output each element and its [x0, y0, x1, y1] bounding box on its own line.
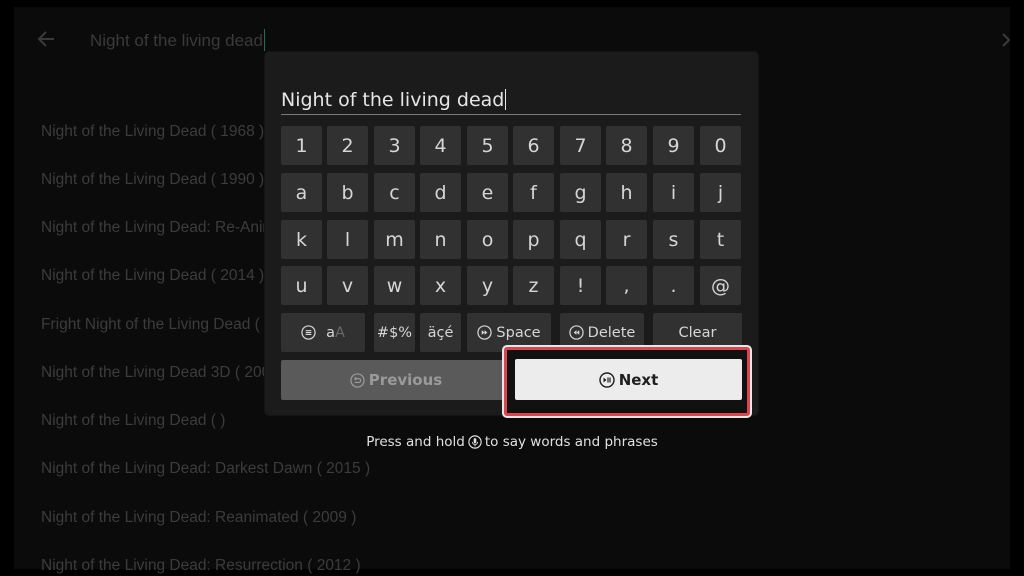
previous-label: Previous	[368, 371, 443, 389]
arrow-left-icon[interactable]	[36, 27, 58, 51]
accents-label: äçé	[427, 324, 454, 341]
previous-button[interactable]: Previous	[281, 360, 511, 400]
key[interactable]: 1	[281, 126, 322, 165]
key[interactable]: 4	[420, 126, 461, 165]
key[interactable]: p	[513, 220, 554, 259]
list-item[interactable]: Night of the Living Dead: Reanimated ( 2…	[41, 509, 356, 527]
key[interactable]: ,	[606, 266, 647, 305]
key[interactable]: b	[327, 173, 368, 212]
accents-key[interactable]: äçé	[420, 313, 461, 352]
key[interactable]: u	[281, 266, 322, 305]
key[interactable]: 5	[467, 126, 508, 165]
key[interactable]: .	[653, 266, 694, 305]
key[interactable]: !	[560, 266, 601, 305]
list-item[interactable]: Fright Night of the Living Dead (	[41, 316, 260, 334]
key[interactable]: q	[560, 220, 601, 259]
key[interactable]: f	[513, 173, 554, 212]
key[interactable]: j	[700, 173, 741, 212]
space-label: Space	[496, 324, 541, 341]
key[interactable]: t	[700, 220, 741, 259]
key[interactable]: @	[700, 266, 741, 305]
key[interactable]: e	[467, 173, 508, 212]
clear-label: Clear	[678, 324, 717, 341]
text-caret	[263, 29, 265, 51]
menu-icon	[301, 325, 316, 340]
key[interactable]: z	[513, 266, 554, 305]
back-icon	[350, 372, 365, 388]
list-item[interactable]: Night of the Living Dead ( 1990 )	[41, 171, 264, 189]
key[interactable]: v	[327, 266, 368, 305]
key[interactable]: w	[374, 266, 415, 305]
fast-forward-icon	[477, 325, 493, 340]
symbols-key[interactable]: #$%	[374, 313, 415, 352]
key[interactable]: 8	[606, 126, 647, 165]
keyboard-input-text: Night of the living dead	[281, 89, 505, 111]
delete-label: Delete	[587, 324, 636, 341]
symbols-label: #$%	[376, 324, 413, 341]
key[interactable]: a	[281, 173, 322, 212]
key[interactable]: r	[606, 220, 647, 259]
key[interactable]: h	[606, 173, 647, 212]
key[interactable]: n	[420, 220, 461, 259]
list-item[interactable]: Night of the Living Dead: Resurrection (…	[41, 557, 361, 575]
list-item[interactable]: Night of the Living Dead ( 1968 )	[41, 123, 264, 141]
key[interactable]: g	[560, 173, 601, 212]
hint-text-after: to say words and phrases	[484, 434, 658, 450]
key[interactable]: 0	[700, 126, 741, 165]
list-item[interactable]: Night of the Living Dead: Re-Anim	[41, 219, 275, 237]
uppercase-label: A	[334, 324, 345, 341]
key[interactable]: 3	[374, 126, 415, 165]
play-pause-icon	[599, 371, 615, 388]
key[interactable]: 7	[560, 126, 601, 165]
key[interactable]: 9	[653, 126, 694, 165]
hint-text-before: Press and hold	[366, 434, 465, 450]
chevron-right-icon[interactable]	[999, 31, 1013, 49]
key[interactable]: y	[467, 266, 508, 305]
key[interactable]: l	[327, 220, 368, 259]
next-button[interactable]: Next	[515, 359, 742, 400]
voice-hint: Press and hold to say words and phrases	[0, 434, 1024, 450]
microphone-icon	[468, 435, 482, 449]
key[interactable]: d	[420, 173, 461, 212]
key[interactable]: c	[374, 173, 415, 212]
key[interactable]: k	[281, 220, 322, 259]
list-item[interactable]: Night of the Living Dead 3D ( 200	[41, 364, 270, 382]
text-caret	[505, 89, 507, 110]
rewind-icon	[569, 325, 584, 340]
key[interactable]: m	[374, 220, 415, 259]
lowercase-label: a	[326, 324, 335, 341]
key[interactable]: 2	[327, 126, 368, 165]
key[interactable]: 6	[513, 126, 554, 165]
key[interactable]: i	[653, 173, 694, 212]
list-item[interactable]: Night of the Living Dead ( )	[41, 412, 225, 430]
key[interactable]: o	[467, 220, 508, 259]
list-item[interactable]: Night of the Living Dead: Darkest Dawn (…	[41, 460, 370, 478]
next-label: Next	[618, 370, 659, 389]
search-query-field[interactable]: Night of the living dead	[90, 29, 265, 51]
list-item[interactable]: Night of the Living Dead ( 2014 )	[41, 267, 264, 285]
search-query-text: Night of the living dead	[90, 31, 263, 50]
keyboard-input-field[interactable]: Night of the living dead	[281, 88, 741, 115]
key[interactable]: s	[653, 220, 694, 259]
case-toggle-key[interactable]: aA	[281, 313, 365, 352]
key[interactable]: x	[420, 266, 461, 305]
